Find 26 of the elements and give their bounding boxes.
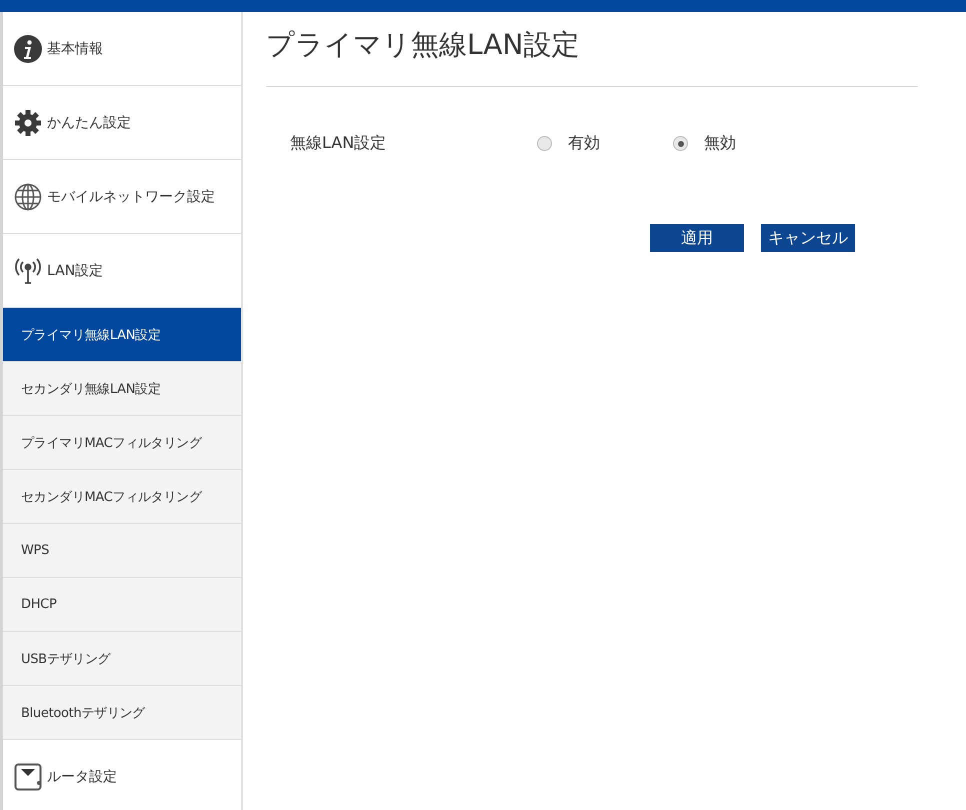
sidebar-subitem[interactable]: Bluetoothテザリング xyxy=(3,686,241,740)
setting-label: 無線LAN設定 xyxy=(290,133,388,154)
radio-label: 無効 xyxy=(704,133,736,154)
router-icon xyxy=(14,762,42,790)
cancel-button[interactable]: キャンセル xyxy=(761,224,855,252)
sidebar-item-label: ルータ設定 xyxy=(47,768,117,786)
page-title: プライマリ無線LAN設定 xyxy=(266,12,918,87)
settings-icon xyxy=(14,108,42,136)
sidebar-subitem[interactable]: セカンダリ無線LAN設定 xyxy=(3,362,241,416)
info-icon xyxy=(14,34,42,62)
sidebar-subitem[interactable]: プライマリMACフィルタリング xyxy=(3,416,241,470)
sidebar-item-label: 基本情報 xyxy=(47,40,103,58)
radio-button[interactable] xyxy=(673,136,688,151)
sidebar-item-label: かんたん設定 xyxy=(47,114,131,132)
globe-icon xyxy=(14,182,42,210)
antenna-icon xyxy=(14,256,42,284)
radio-label: 有効 xyxy=(568,133,600,154)
sidebar-subitem[interactable]: WPS xyxy=(3,524,241,578)
sidebar-subitem[interactable]: USBテザリング xyxy=(3,632,241,686)
radio-button[interactable] xyxy=(537,136,552,151)
sidebar-item-label: モバイルネットワーク設定 xyxy=(47,188,215,206)
sidebar-subitem[interactable]: プライマリ無線LAN設定 xyxy=(3,308,241,362)
sidebar-item-label: LAN設定 xyxy=(47,262,104,280)
sidebar-subitem[interactable]: セカンダリMACフィルタリング xyxy=(3,470,241,524)
sidebar-subitem[interactable]: DHCP xyxy=(3,578,241,632)
apply-button[interactable]: 適用 xyxy=(650,224,744,252)
